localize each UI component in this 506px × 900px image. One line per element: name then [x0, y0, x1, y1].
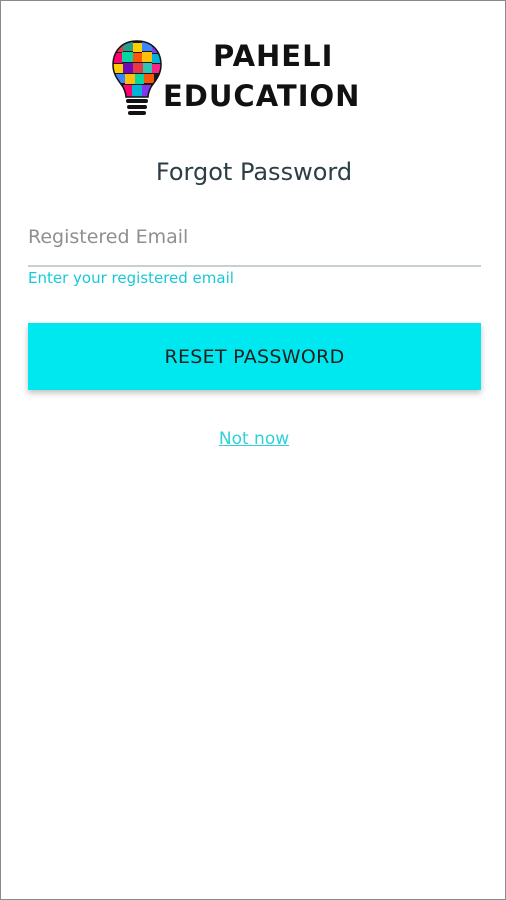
brand-name-line2: EDUCATION [163, 79, 361, 113]
page-title: Forgot Password [155, 158, 353, 186]
not-now-container: Not now [1, 429, 506, 449]
email-input[interactable] [28, 221, 481, 253]
reset-password-button[interactable]: RESET PASSWORD [28, 323, 481, 390]
not-now-link[interactable]: Not now [219, 429, 289, 449]
brand-name-line1: PAHELI [213, 39, 334, 73]
puzzle-bulb-icon [112, 40, 162, 115]
email-helper-text: Enter your registered email [28, 269, 234, 287]
app-screen: PAHELI EDUCATION Forgot Password Enter y… [0, 0, 506, 900]
app-logo: PAHELI EDUCATION [111, 39, 411, 121]
email-field-container [28, 221, 481, 267]
